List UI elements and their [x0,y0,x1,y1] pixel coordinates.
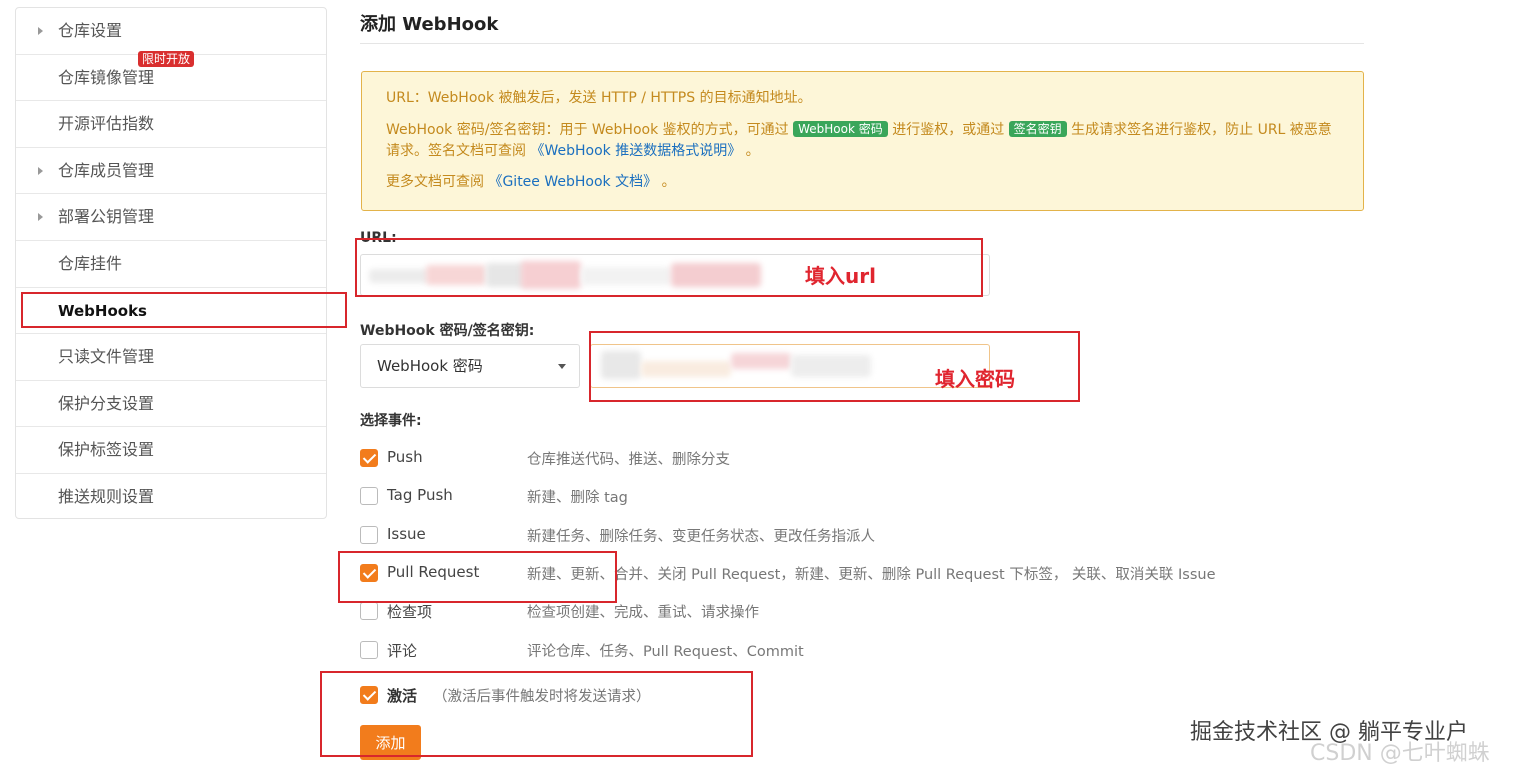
push-checkbox[interactable] [360,449,378,467]
sidebar-item-label: 保护标签设置 [58,440,155,460]
event-name: Issue [387,525,426,543]
secret-type-value: WebHook 密码 [377,357,483,375]
sidebar-item-push-rules[interactable]: 推送规则设置 [16,474,326,518]
sidebar-item-label: 仓库成员管理 [58,160,155,180]
event-name: 检查项 [387,603,433,621]
info-notice: URL：WebHook 被触发后，发送 HTTP / HTTPS 的目标通知地址… [361,71,1364,211]
title-divider [360,43,1364,44]
gitee-webhook-docs-link[interactable]: 《Gitee WebHook 文档》 [488,174,657,190]
sidebar-item-repo-settings[interactable]: 仓库设置 [16,8,326,55]
issue-checkbox[interactable] [360,526,378,544]
check-run-checkbox[interactable] [360,602,378,620]
notice-line-docs: 更多文档可查阅 《Gitee WebHook 文档》 。 [386,172,1339,193]
event-desc: 评论仓库、任务、Pull Request、Commit [527,644,804,660]
notice-text: 更多文档可查阅 [386,174,484,190]
watermark-juejin: 掘金技术社区 @ 躺平专业户 [1190,720,1468,745]
notice-text: WebHook 密码/签名密钥：用于 WebHook 鉴权的方式，可通过 [386,122,789,138]
secret-label: WebHook 密码/签名密钥: [360,323,535,339]
annotation-box-url [355,238,983,297]
sidebar-item-label: 仓库镜像管理 [58,67,155,87]
event-desc: 新建、删除 tag [527,490,628,506]
events-label: 选择事件: [360,413,422,429]
notice-text: 进行鉴权，或通过 [892,122,1005,138]
notice-line-secret: WebHook 密码/签名密钥：用于 WebHook 鉴权的方式，可通过 Web… [386,120,1339,162]
caret-right-icon [38,166,43,175]
annotation-url-hint: 填入url [805,264,876,288]
secret-type-select[interactable]: WebHook 密码 [360,344,580,388]
event-desc: 检查项创建、完成、重试、请求操作 [527,605,759,621]
sidebar-item-label: 只读文件管理 [58,347,155,367]
event-desc: 仓库推送代码、推送、删除分支 [527,452,730,468]
event-name: Push [387,448,423,466]
event-name: Tag Push [387,486,453,504]
push-data-format-link[interactable]: 《WebHook 推送数据格式说明》 [530,143,741,159]
sidebar-item-label: 开源评估指数 [58,114,155,134]
event-name: 评论 [387,642,418,660]
comment-checkbox[interactable] [360,641,378,659]
tag-push-checkbox[interactable] [360,487,378,505]
event-desc: 新建、更新、合并、关闭 Pull Request，新建、更新、删除 Pull R… [527,567,1216,583]
annotation-box-pull-request [338,551,617,603]
sidebar-item-label: 部署公钥管理 [58,207,155,227]
sidebar-item-label: 仓库设置 [58,21,123,40]
annotation-box-webhooks [21,292,347,328]
caret-right-icon [38,27,43,35]
sidebar-item-readonly-files[interactable]: 只读文件管理 [16,334,326,381]
tag-sign-key: 签名密钥 [1008,121,1067,137]
caret-down-icon [558,364,566,369]
annotation-secret-hint: 填入密码 [935,367,1015,391]
page-title: 添加 WebHook [360,14,499,35]
sidebar-item-members[interactable]: 仓库成员管理 [16,148,326,195]
notice-text: 。 [745,143,760,159]
sidebar-item-deploy-keys[interactable]: 部署公钥管理 [16,194,326,241]
tag-webhook-password: WebHook 密码 [793,121,888,137]
settings-sidebar: 仓库设置 仓库镜像管理 开源评估指数 仓库成员管理 部署公钥管理 仓库挂件 We… [15,7,327,519]
sidebar-item-protected-branches[interactable]: 保护分支设置 [16,381,326,428]
sidebar-item-label: 仓库挂件 [58,253,123,273]
limited-time-badge: 限时开放 [138,51,195,67]
sidebar-item-label: 保护分支设置 [58,393,155,413]
notice-line-url: URL：WebHook 被触发后，发送 HTTP / HTTPS 的目标通知地址… [386,90,812,106]
notice-text: 。 [661,174,676,190]
sidebar-item-oss-index[interactable]: 开源评估指数 [16,101,326,148]
sidebar-item-widgets[interactable]: 仓库挂件 [16,241,326,288]
event-desc: 新建任务、删除任务、变更任务状态、更改任务指派人 [527,529,875,545]
caret-right-icon [38,213,43,222]
annotation-box-activate [320,671,753,757]
sidebar-item-label: 推送规则设置 [58,486,155,506]
sidebar-item-protected-tags[interactable]: 保护标签设置 [16,427,326,474]
